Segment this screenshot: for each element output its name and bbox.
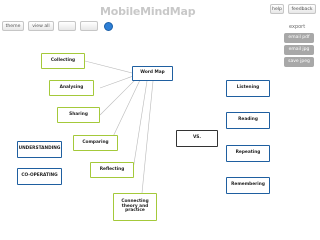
connector-sharing [99,77,138,116]
node-understanding[interactable]: UNDERSTANDING [17,141,62,158]
node-connecting[interactable]: Connecting theory and practice [113,193,157,221]
node-reading[interactable]: Reading [226,112,270,129]
node-listening[interactable]: Listening [226,80,270,97]
node-reflecting[interactable]: Reflecting [90,162,134,178]
node-cooperating[interactable]: CO-OPERATING [17,168,62,185]
node-analysing[interactable]: Analysing [49,80,94,96]
connector-reflecting [132,80,148,171]
connector-comparing [109,79,141,144]
node-collecting[interactable]: Collecting [41,53,85,69]
node-remembering[interactable]: Remembering [226,177,270,194]
connector-collecting [84,60,137,75]
node-sharing[interactable]: Sharing [57,107,100,123]
connector-connecting [141,80,154,194]
node-word-map[interactable]: Word Map [132,66,173,81]
connector-analysing [99,74,137,89]
node-comparing[interactable]: Comparing [73,135,118,151]
connector-layer [84,60,154,194]
node-vs[interactable]: VS. [176,130,218,147]
node-repeating[interactable]: Repeating [226,145,270,162]
